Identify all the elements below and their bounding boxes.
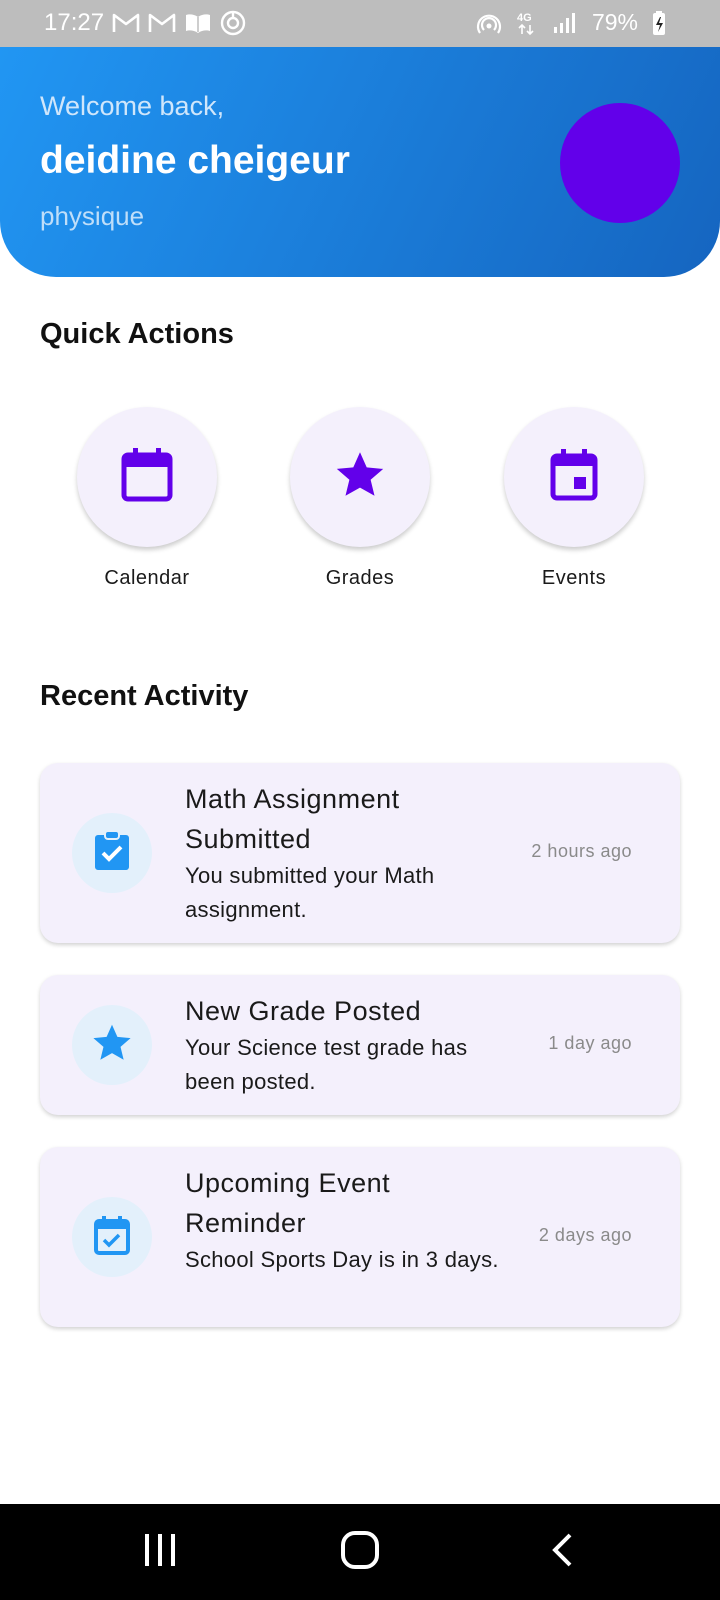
status-bar: 17:27 4G 79% [0, 0, 720, 47]
battery-percent: 79% [591, 9, 638, 35]
book-icon [184, 12, 212, 34]
quick-action-label: Events [541, 567, 607, 589]
welcome-header: Welcome back, deidine cheigeur physique [0, 47, 720, 277]
activity-time: 2 hours ago [531, 841, 632, 861]
activity-time: 1 day ago [548, 1033, 632, 1053]
avatar[interactable] [560, 103, 680, 223]
notification-icons [112, 10, 246, 36]
star-icon [334, 450, 386, 505]
home-button[interactable] [330, 1528, 390, 1576]
activity-card[interactable]: Upcoming Event Reminder School Sports Da… [40, 1147, 680, 1327]
system-icons: 4G 79% [476, 9, 666, 36]
back-button[interactable] [532, 1528, 592, 1576]
gmail-icon [112, 12, 140, 34]
activity-icon-circle [72, 813, 152, 893]
recent-apps-button[interactable] [130, 1528, 190, 1576]
activity-icon-circle [72, 1005, 152, 1085]
activity-description: You submitted your Math assignment. [185, 863, 435, 922]
activity-title: New Grade Posted [185, 996, 422, 1026]
calendar-button[interactable] [77, 407, 217, 547]
status-time: 17:27 [44, 9, 105, 36]
grades-button[interactable] [290, 407, 430, 547]
quick-action-calendar[interactable]: Calendar [67, 407, 227, 590]
calendar-icon [119, 446, 175, 509]
sync-icon [220, 10, 246, 36]
activity-text: New Grade Posted Your Science test grade… [185, 991, 515, 1099]
hotspot-icon [476, 12, 502, 34]
star-icon [91, 1023, 133, 1068]
back-icon [550, 1532, 574, 1573]
svg-text:4G: 4G [517, 12, 532, 24]
activity-text: Math Assignment Submitted You submitted … [185, 779, 515, 927]
user-name: deidine cheigeur [40, 139, 350, 182]
assignment-check-icon [93, 829, 131, 877]
activity-card[interactable]: New Grade Posted Your Science test grade… [40, 975, 680, 1115]
activity-description: School Sports Day is in 3 days. [185, 1247, 499, 1272]
activity-title: Upcoming Event Reminder [185, 1168, 391, 1238]
recent-apps-icon [142, 1533, 178, 1572]
system-nav-bar [0, 1504, 720, 1600]
recent-activity-title: Recent Activity [40, 680, 249, 712]
activity-card[interactable]: Math Assignment Submitted You submitted … [40, 763, 680, 943]
gmail-icon [148, 12, 176, 34]
signal-icon [552, 11, 578, 35]
home-icon [340, 1530, 380, 1575]
activity-time: 2 days ago [538, 1225, 632, 1245]
event-icon [549, 448, 599, 507]
activity-title: Math Assignment Submitted [185, 784, 400, 854]
user-subject: physique [40, 201, 145, 231]
activity-icon-circle [72, 1197, 152, 1277]
quick-action-label: Grades [325, 567, 395, 589]
welcome-text: Welcome back, [40, 91, 225, 121]
quick-action-events[interactable]: Events [494, 407, 654, 590]
quick-action-grades[interactable]: Grades [280, 407, 440, 590]
activity-description: Your Science test grade has been posted. [185, 1035, 468, 1094]
event-available-icon [93, 1215, 131, 1260]
network-4g-icon: 4G [516, 10, 538, 36]
activity-text: Upcoming Event Reminder School Sports Da… [185, 1163, 515, 1277]
battery-charging-icon [652, 10, 666, 36]
quick-actions-title: Quick Actions [40, 318, 234, 350]
quick-action-label: Calendar [104, 567, 190, 589]
events-button[interactable] [504, 407, 644, 547]
